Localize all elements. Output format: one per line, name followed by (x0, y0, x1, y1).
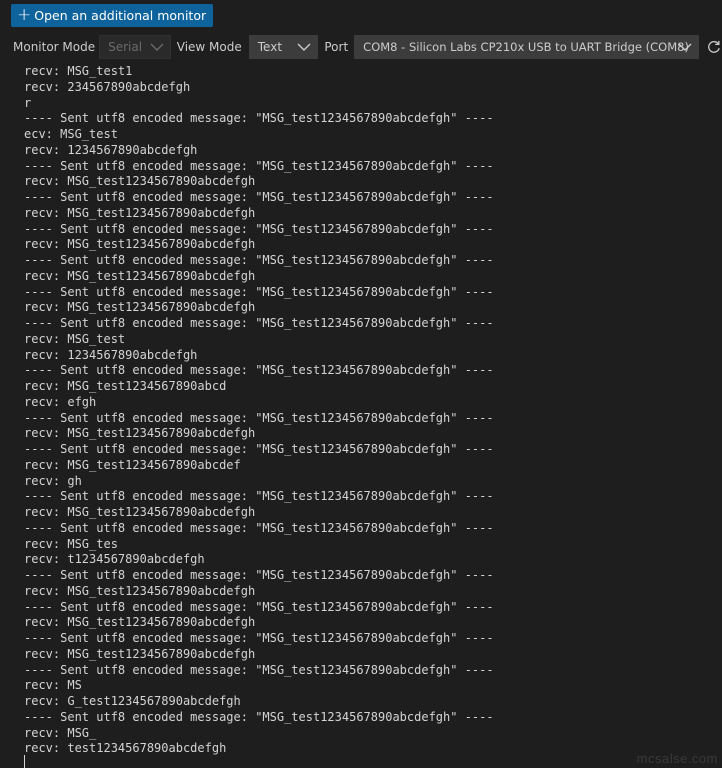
port-select[interactable]: COM8 - Silicon Labs CP210x USB to UART B… (354, 35, 700, 59)
output-line: recv: G_test1234567890abcdefgh (24, 694, 241, 708)
output-line: recv: MSG_test1234567890abcdefgh (24, 174, 256, 189)
output-line: ---- Sent utf8 encoded message: "MSG_tes… (24, 284, 494, 299)
monitor-mode-value: Serial (108, 40, 143, 54)
output-line: ---- Sent utf8 encoded message: "MSG_tes… (24, 158, 494, 173)
output-line: recv: MSG_test1234567890abcdefgh (24, 268, 256, 283)
open-additional-monitor-label: Open an additional monitor (34, 8, 207, 23)
plus-icon: + (17, 5, 32, 25)
chevron-down-icon (678, 43, 692, 51)
output-line: ---- Sent utf8 encoded message: "MSG_tes… (24, 253, 494, 267)
output-line: r (24, 95, 32, 110)
output-line: recv: MSG_test1234567890abcdefgh (24, 505, 256, 519)
output-line: recv: MSG_test1234567890abcd (24, 379, 227, 393)
output-line: ---- Sent utf8 encoded message: "MSG_tes… (24, 489, 494, 504)
output-line: recv: MSG_test1 (24, 64, 133, 78)
output-line: recv: MSG_test1234567890abcdefgh (24, 583, 256, 598)
top-bar: + Open an additional monitor (0, 0, 722, 34)
text-cursor (24, 755, 25, 768)
output-line: ---- Sent utf8 encoded message: "MSG_tes… (24, 190, 494, 204)
output-line: ---- Sent utf8 encoded message: "MSG_tes… (24, 520, 494, 535)
output-line: recv: gh (24, 473, 82, 488)
output-line: recv: 1234567890abcdefgh (24, 347, 198, 362)
monitor-mode-label: Monitor Mode (13, 40, 96, 54)
output-line: recv: MSG_test1234567890abcdefgh (24, 205, 256, 220)
output-line: recv: MSG_test1234567890abcdefgh (24, 300, 256, 315)
monitor-mode-select[interactable]: Serial (99, 35, 171, 59)
output-line: ecv: MSG_test (24, 127, 118, 141)
output-line: recv: MSG_test1234567890abcdefgh (24, 426, 256, 441)
output-line: ---- Sent utf8 encoded message: "MSG_tes… (24, 709, 494, 724)
output-line: ---- Sent utf8 encoded message: "MSG_tes… (24, 410, 494, 425)
view-mode-label: View Mode (176, 40, 242, 54)
output-line: recv: t1234567890abcdefgh (24, 552, 205, 567)
output-line: ---- Sent utf8 encoded message: "MSG_tes… (24, 662, 494, 677)
output-line: recv: MSG_tes (24, 536, 118, 551)
output-line: recv: MSG_test1234567890abcdefgh (24, 237, 256, 252)
output-line: ---- Sent utf8 encoded message: "MSG_tes… (24, 631, 494, 645)
output-line: ---- Sent utf8 encoded message: "MSG_tes… (24, 363, 494, 378)
output-line: recv: efgh (24, 394, 97, 409)
output-line: recv: 1234567890abcdefgh (24, 142, 198, 157)
output-line: ---- Sent utf8 encoded message: "MSG_tes… (24, 111, 494, 126)
output-line: ---- Sent utf8 encoded message: "MSG_tes… (24, 599, 494, 614)
output-line: recv: MSG_test1234567890abcdef (24, 457, 241, 472)
chevron-down-icon (150, 43, 164, 51)
monitor-toolbar: Monitor Mode Serial View Mode Text Port … (0, 34, 722, 60)
serial-output[interactable]: recv: MSG_test1 recv: 234567890abcdefgh r -… (0, 61, 722, 768)
output-line: recv: MSG_test1234567890abcdefgh (24, 615, 256, 630)
output-line: recv: test1234567890abcdefgh (24, 741, 227, 756)
output-line: recv: MSG_ (24, 725, 97, 740)
output-line: ---- Sent utf8 encoded message: "MSG_tes… (24, 221, 494, 236)
output-line: ---- Sent utf8 encoded message: "MSG_tes… (24, 568, 494, 582)
port-value: COM8 - Silicon Labs CP210x USB to UART B… (363, 40, 689, 54)
open-additional-monitor-button[interactable]: + Open an additional monitor (11, 4, 214, 27)
view-mode-value: Text (257, 40, 283, 54)
view-mode-select[interactable]: Text (248, 35, 319, 59)
watermark: mcsalse.com (636, 751, 718, 766)
output-line: recv: MS (24, 678, 82, 693)
output-line: ---- Sent utf8 encoded message: "MSG_tes… (24, 316, 494, 330)
refresh-icon[interactable] (706, 39, 722, 55)
chevron-down-icon (297, 43, 311, 51)
output-line: recv: MSG_test (24, 331, 126, 346)
output-line: recv: MSG_test1234567890abcdefgh (24, 646, 256, 661)
port-label: Port (324, 40, 349, 54)
output-line: ---- Sent utf8 encoded message: "MSG_tes… (24, 442, 494, 456)
output-line: recv: 234567890abcdefgh (24, 79, 191, 94)
